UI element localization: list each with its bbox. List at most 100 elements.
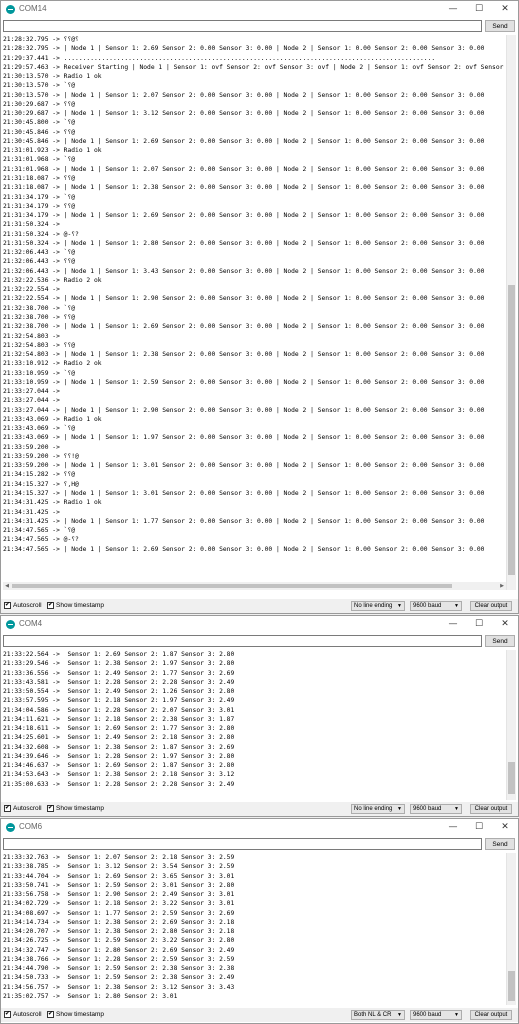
line-ending-select[interactable]: No line ending ▼ [351, 601, 405, 611]
vertical-scrollbar[interactable] [506, 853, 516, 1005]
line-ending-select[interactable]: No line ending ▼ [351, 804, 405, 814]
serial-line: 21:33:43.069 -> `⸮@ [3, 425, 76, 433]
message-input[interactable] [3, 635, 482, 647]
serial-line: 21:34:46.637 -> Sensor 1: 2.69 Sensor 2:… [3, 762, 235, 770]
horizontal-scrollbar-thumb[interactable] [12, 584, 452, 588]
chevron-down-icon: ▼ [397, 806, 402, 812]
serial-line: 21:30:13.570 -> | Node 1 | Sensor 1: 2.0… [3, 91, 485, 99]
scroll-left-icon[interactable]: ◀ [3, 582, 11, 590]
serial-line: 21:31:34.179 -> | Node 1 | Sensor 1: 2.6… [3, 212, 485, 220]
serial-line: 21:34:47.565 -> `⸮@ [3, 527, 76, 535]
clear-output-button[interactable]: Clear output [470, 601, 512, 611]
minimize-icon[interactable]: — [440, 616, 466, 633]
serial-line: 21:35:00.633 -> Sensor 1: 2.28 Sensor 2:… [3, 780, 235, 788]
line-ending-value: No line ending [354, 603, 393, 609]
maximize-icon[interactable]: ☐ [466, 819, 492, 836]
baud-rate-select[interactable]: 9600 baud ▼ [410, 804, 462, 814]
serial-line: 21:30:29.687 -> | Node 1 | Sensor 1: 3.1… [3, 110, 485, 118]
serial-line: 21:34:31.425 -> | Node 1 | Sensor 1: 1.7… [3, 517, 485, 525]
show-timestamp-label: Show timestamp [56, 1011, 105, 1018]
show-timestamp-checkbox[interactable] [47, 804, 54, 812]
send-row: Send [3, 838, 516, 852]
serial-line: 21:33:44.704 -> Sensor 1: 2.69 Sensor 2:… [3, 872, 235, 880]
close-icon[interactable]: ✕ [492, 819, 518, 836]
chevron-down-icon: ▼ [454, 1012, 459, 1018]
show-timestamp-label: Show timestamp [56, 602, 105, 609]
scroll-right-icon[interactable]: ▶ [498, 582, 506, 590]
serial-line: 21:32:22.554 -> | Node 1 | Sensor 1: 2.9… [3, 295, 485, 303]
window-title: COM6 [19, 822, 43, 831]
serial-line: 21:33:50.554 -> Sensor 1: 2.49 Sensor 2:… [3, 688, 235, 696]
scrollbar-thumb[interactable] [508, 762, 515, 794]
serial-line: 21:32:06.443 -> ⸮⸮@ [3, 258, 76, 266]
serial-line: 21:33:22.564 -> Sensor 1: 2.69 Sensor 2:… [3, 651, 235, 658]
status-bar: Autoscroll Show timestamp Both NL & CR▼ … [1, 1008, 518, 1022]
message-input[interactable] [3, 20, 482, 32]
chevron-down-icon: ▼ [397, 603, 402, 609]
serial-line: 21:31:50.324 -> | Node 1 | Sensor 1: 2.8… [3, 239, 485, 247]
scrollbar-thumb[interactable] [508, 971, 515, 1001]
serial-monitor-window-com4: COM4 — ☐ ✕ Send 21:33:22.564 -> Sensor 1… [0, 615, 519, 817]
serial-line: 21:34:15.282 -> ⸮⸮@ [3, 471, 76, 479]
serial-line: 21:34:15.327 -> | Node 1 | Sensor 1: 3.0… [3, 490, 485, 498]
serial-line: 21:34:31.425 -> [3, 508, 60, 516]
serial-line: 21:33:50.741 -> Sensor 1: 2.59 Sensor 2:… [3, 881, 235, 889]
serial-line: 21:32:06.443 -> `⸮@ [3, 249, 76, 257]
show-timestamp-checkbox[interactable] [47, 1010, 54, 1018]
send-button[interactable]: Send [485, 20, 515, 32]
serial-line: 21:31:34.179 -> ⸮⸮@ [3, 202, 76, 210]
serial-line: 21:32:38.700 -> ⸮⸮@ [3, 313, 76, 321]
serial-line: 21:33:32.763 -> Sensor 1: 2.07 Sensor 2:… [3, 854, 235, 861]
serial-line: 21:32:54.803 -> ⸮⸮@ [3, 341, 76, 349]
baud-rate-select[interactable]: 9600 baud ▼ [410, 1010, 462, 1020]
clear-output-button[interactable]: Clear output [470, 1010, 512, 1020]
serial-line: 21:32:54.803 -> | Node 1 | Sensor 1: 2.3… [3, 351, 485, 359]
serial-line: 21:32:22.536 -> Radio 2 ok [3, 276, 102, 284]
autoscroll-label: Autoscroll [13, 602, 42, 609]
show-timestamp-checkbox[interactable] [47, 601, 54, 609]
serial-line: 21:34:25.601 -> Sensor 1: 2.49 Sensor 2:… [3, 734, 235, 742]
close-icon[interactable]: ✕ [492, 616, 518, 633]
autoscroll-checkbox[interactable] [4, 601, 11, 609]
serial-line: 21:33:10.912 -> Radio 2 ok [3, 360, 102, 368]
autoscroll-checkbox[interactable] [4, 1010, 11, 1018]
line-ending-select[interactable]: Both NL & CR ▼ [351, 1010, 405, 1020]
message-input[interactable] [3, 838, 482, 850]
serial-line: 21:30:45.846 -> ⸮⸮@ [3, 128, 76, 136]
horizontal-scrollbar[interactable]: ◀ ▶ [3, 582, 506, 590]
status-bar: Autoscroll Show timestamp No line ending… [1, 802, 518, 816]
serial-line: 21:33:59.200 -> [3, 443, 60, 451]
serial-line: 21:32:38.700 -> `⸮@ [3, 304, 76, 312]
serial-line: 21:32:06.443 -> | Node 1 | Sensor 1: 3.4… [3, 267, 485, 275]
serial-line: 21:33:29.546 -> Sensor 1: 2.38 Sensor 2:… [3, 660, 235, 668]
serial-line: 21:33:27.044 -> | Node 1 | Sensor 1: 2.9… [3, 406, 485, 414]
close-icon[interactable]: ✕ [492, 1, 518, 18]
baud-rate-select[interactable]: 9600 baud ▼ [410, 601, 462, 611]
vertical-scrollbar[interactable] [506, 35, 516, 590]
serial-monitor-window-com6: COM6 — ☐ ✕ Send 21:33:32.763 -> Sensor 1… [0, 818, 519, 1024]
send-button[interactable]: Send [485, 838, 515, 850]
autoscroll-label: Autoscroll [13, 1011, 42, 1018]
chevron-down-icon: ▼ [454, 603, 459, 609]
autoscroll-checkbox[interactable] [4, 804, 11, 812]
serial-line: 21:34:32.747 -> Sensor 1: 2.80 Sensor 2:… [3, 946, 235, 954]
scrollbar-thumb[interactable] [508, 285, 515, 575]
serial-line: 21:31:50.324 -> @-⸮? [3, 230, 79, 238]
serial-line: 21:33:57.595 -> Sensor 1: 2.18 Sensor 2:… [3, 697, 235, 705]
vertical-scrollbar[interactable] [506, 650, 516, 800]
arduino-logo-icon [6, 620, 15, 629]
serial-line: 21:29:37.441 -> ........................… [3, 54, 436, 62]
serial-line: 21:34:32.608 -> Sensor 1: 2.38 Sensor 2:… [3, 743, 235, 751]
send-button[interactable]: Send [485, 635, 515, 647]
serial-line: 21:34:56.757 -> Sensor 1: 2.38 Sensor 2:… [3, 983, 235, 991]
baud-rate-value: 9600 baud [413, 806, 442, 812]
maximize-icon[interactable]: ☐ [466, 616, 492, 633]
maximize-icon[interactable]: ☐ [466, 1, 492, 18]
clear-output-button[interactable]: Clear output [470, 804, 512, 814]
serial-line: 21:28:32.795 -> | Node 1 | Sensor 1: 2.6… [3, 45, 485, 53]
serial-line: 21:34:18.611 -> Sensor 1: 2.69 Sensor 2:… [3, 725, 235, 733]
minimize-icon[interactable]: — [440, 1, 466, 18]
send-row: Send [3, 635, 516, 649]
minimize-icon[interactable]: — [440, 819, 466, 836]
serial-line: 21:33:27.044 -> [3, 388, 60, 396]
